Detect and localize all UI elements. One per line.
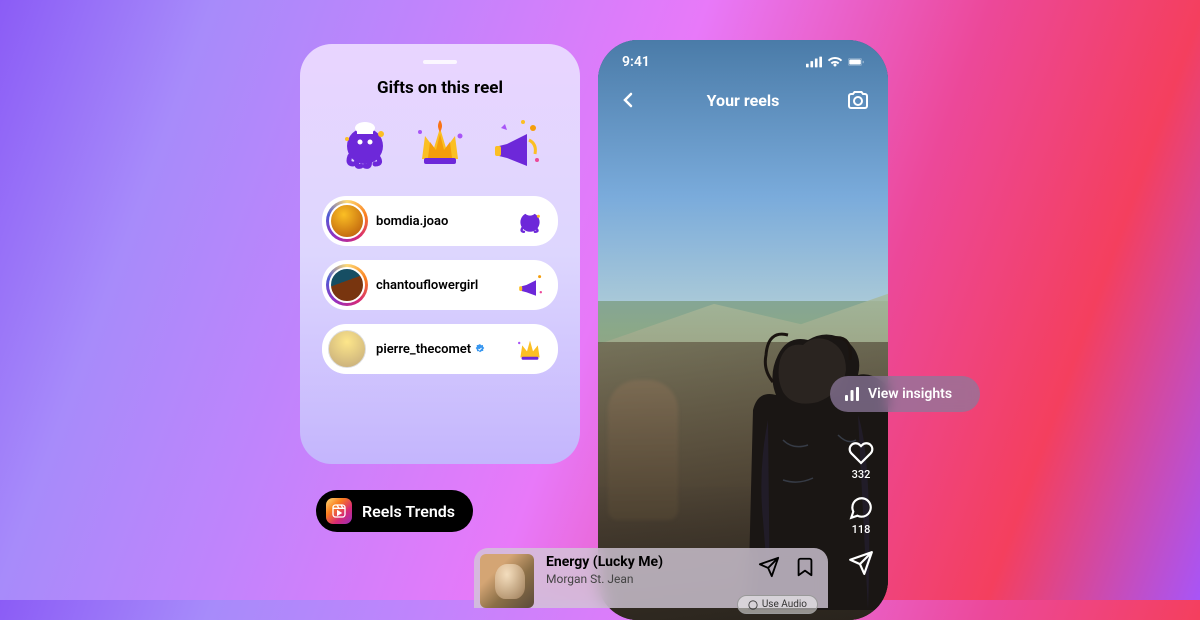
gift-icon-row (322, 114, 558, 174)
reels-trends-pill[interactable]: Reels Trends (316, 490, 473, 532)
share-icon[interactable] (758, 556, 780, 578)
view-insights-label: View insights (868, 386, 952, 402)
avatar (328, 266, 366, 304)
reels-logo-icon (326, 498, 352, 524)
gifts-title: Gifts on this reel (322, 78, 558, 98)
reel-video[interactable] (598, 40, 888, 620)
bookmark-icon[interactable] (794, 556, 816, 578)
gifter-username: chantouflowergirl (376, 278, 502, 293)
audio-info: Energy (Lucky Me) Morgan St. Jean (546, 554, 746, 586)
gifter-list: bomdia.joao chantouflowergirl pierre_the… (322, 196, 558, 374)
gifter-row[interactable]: bomdia.joao (322, 196, 558, 246)
gift-fire-crown-icon[interactable] (410, 114, 470, 174)
reel-header-title: Your reels (707, 91, 780, 110)
verified-badge-icon (474, 343, 486, 355)
gifter-gift-icon (512, 331, 548, 367)
avatar (328, 202, 366, 240)
status-bar: 9:41 (598, 54, 888, 70)
status-time: 9:41 (622, 54, 650, 70)
battery-icon (848, 56, 864, 68)
camera-icon[interactable] (846, 88, 870, 112)
comment-count: 118 (852, 523, 871, 536)
audio-card[interactable]: Energy (Lucky Me) Morgan St. Jean Use Au… (474, 548, 828, 608)
reel-header: Your reels (598, 88, 888, 112)
gifter-row[interactable]: chantouflowergirl (322, 260, 558, 310)
reel-action-rail: 332 118 (848, 440, 874, 576)
use-audio-button[interactable]: Use Audio (737, 595, 818, 614)
gifter-username: bomdia.joao (376, 214, 502, 229)
cellular-signal-icon (806, 56, 822, 68)
audio-title: Energy (Lucky Me) (546, 554, 746, 570)
gifter-gift-icon (512, 203, 548, 239)
gifter-gift-icon (512, 267, 548, 303)
bar-chart-icon (844, 386, 860, 402)
share-button[interactable] (848, 550, 874, 576)
gifter-row[interactable]: pierre_thecomet (322, 324, 558, 374)
like-count: 332 (852, 468, 871, 481)
gifter-username: pierre_thecomet (376, 342, 502, 357)
reels-trends-label: Reels Trends (362, 502, 455, 521)
sheet-grabber[interactable] (423, 60, 457, 64)
view-insights-button[interactable]: View insights (830, 376, 980, 412)
like-button[interactable]: 332 (848, 440, 874, 481)
avatar (328, 330, 366, 368)
phone-mockup: 9:41 Your reels 332 118 (598, 40, 888, 620)
gift-octopus-chef-icon[interactable] (335, 114, 395, 174)
comment-button[interactable]: 118 (848, 495, 874, 536)
wifi-icon (827, 56, 843, 68)
gift-megaphone-icon[interactable] (485, 114, 545, 174)
back-chevron-icon[interactable] (616, 88, 640, 112)
audio-artist: Morgan St. Jean (546, 572, 746, 586)
gifts-sheet: Gifts on this reel bomdia.joao chantoufl… (300, 44, 580, 464)
